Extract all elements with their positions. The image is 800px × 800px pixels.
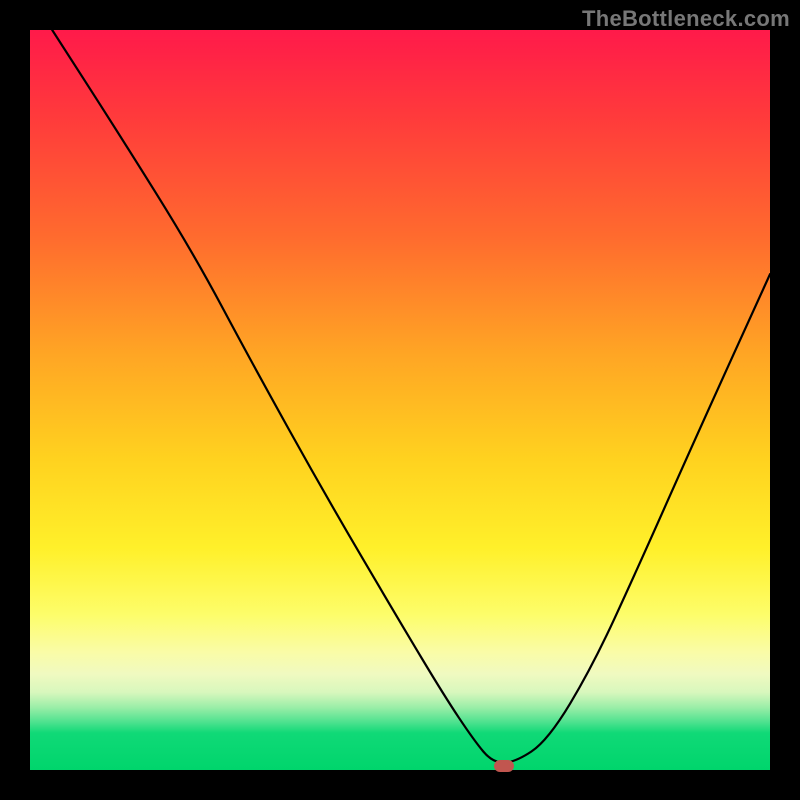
optimum-marker <box>494 760 514 772</box>
chart-container: TheBottleneck.com <box>0 0 800 800</box>
plot-area <box>30 30 770 770</box>
watermark-text: TheBottleneck.com <box>582 6 790 32</box>
bottleneck-curve <box>30 30 770 770</box>
